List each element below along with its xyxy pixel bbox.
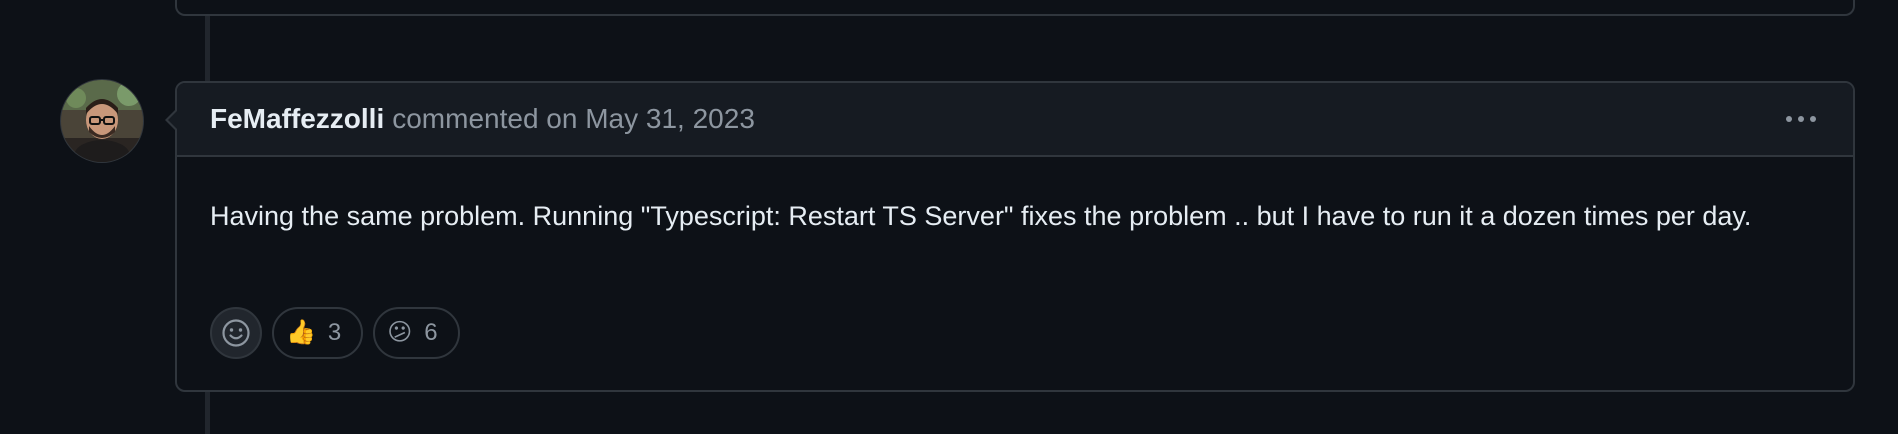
kebab-dot-icon [1798, 116, 1804, 122]
comment-timestamp[interactable]: commented on May 31, 2023 [392, 103, 755, 135]
kebab-dot-icon [1786, 116, 1792, 122]
add-reaction-button[interactable] [210, 307, 262, 359]
author-avatar[interactable] [61, 80, 143, 162]
comment-box: FeMaffezzolli commented on May 31, 2023 … [165, 81, 1855, 392]
issue-timeline: FeMaffezzolli commented on May 31, 2023 … [0, 0, 1898, 434]
smiley-icon [222, 319, 250, 347]
comment-options-button[interactable] [1782, 106, 1820, 132]
reaction-count: 3 [327, 319, 342, 346]
reactions-bar: 👍 3 😕 6 [210, 307, 460, 359]
reaction-confused-button[interactable]: 😕 6 [373, 307, 460, 359]
kebab-dot-icon [1810, 116, 1816, 122]
confused-face-icon: 😕 [387, 319, 413, 346]
previous-comment-box [175, 0, 1855, 16]
reaction-thumbs-up-button[interactable]: 👍 3 [272, 307, 364, 359]
thumbs-up-icon: 👍 [286, 319, 316, 346]
comment-body: Having the same problem. Running "Typesc… [210, 201, 1752, 231]
reaction-count: 6 [424, 319, 438, 346]
comment-author-link[interactable]: FeMaffezzolli [210, 103, 384, 135]
comment-header: FeMaffezzolli commented on May 31, 2023 [177, 83, 1853, 157]
